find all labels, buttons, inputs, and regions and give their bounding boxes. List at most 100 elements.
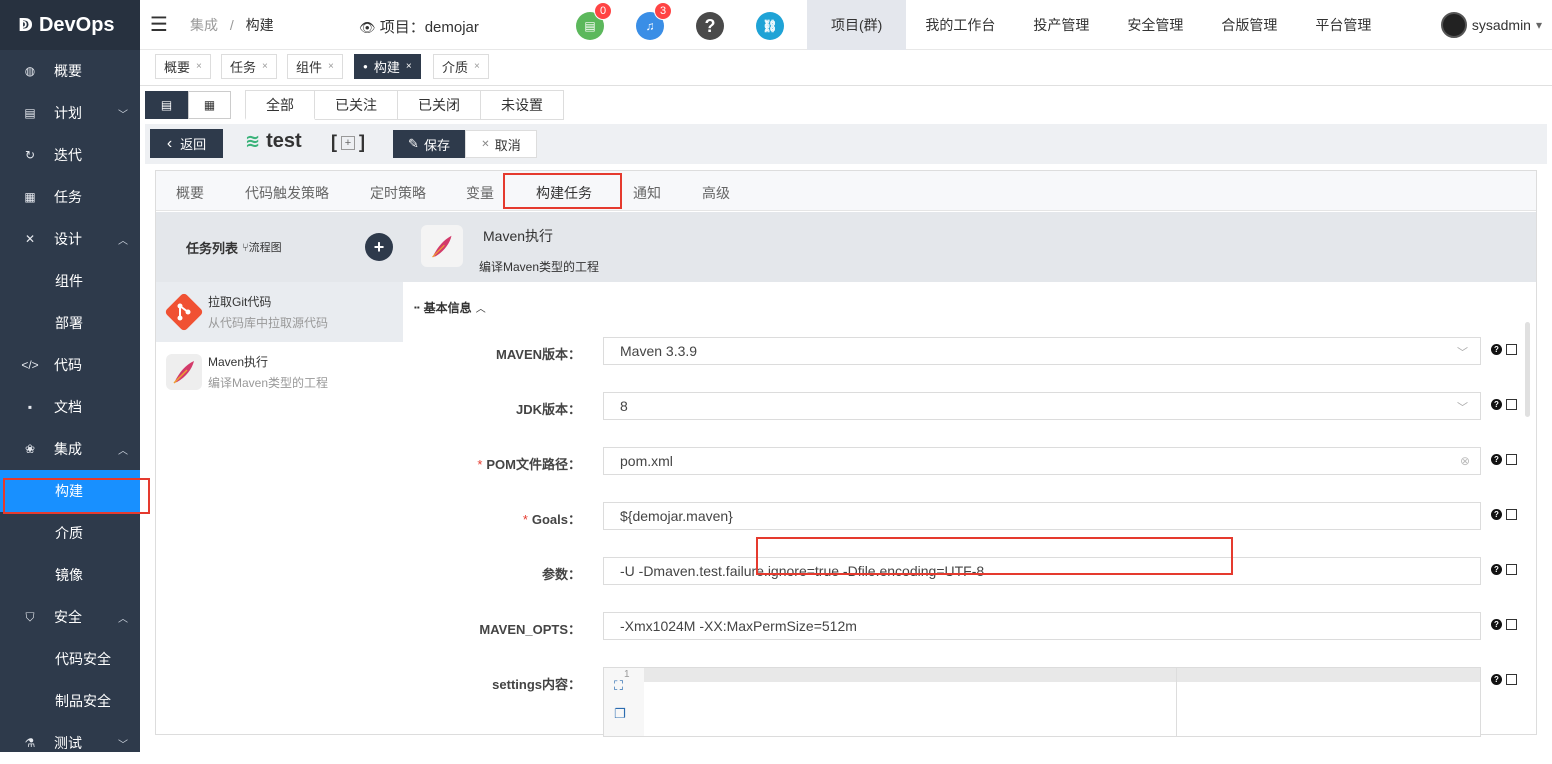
section-tab[interactable]: 变量: [466, 183, 494, 203]
top-menu-item[interactable]: 我的工作台: [906, 0, 1014, 50]
field-label-text: POM文件路径：: [486, 457, 581, 472]
app-logo[interactable]: ↁ DevOps: [0, 0, 140, 50]
field-label: * Goals：: [523, 509, 581, 528]
top-menu-item[interactable]: 合版管理: [1202, 0, 1296, 50]
close-icon[interactable]: ×: [262, 61, 268, 72]
sidebar-item-label: 设计: [54, 231, 82, 247]
plan-icon: ▤: [24, 106, 36, 120]
help-icon[interactable]: ?: [1491, 564, 1502, 575]
close-icon[interactable]: ×: [328, 61, 334, 72]
grid-view-button[interactable]: ▦: [188, 91, 231, 119]
sidebar-item-5[interactable]: 组件: [0, 260, 140, 302]
filter-tab[interactable]: 全部: [245, 90, 315, 120]
section-tab[interactable]: 通知: [633, 183, 661, 203]
sidebar-item-14[interactable]: 代码安全: [0, 638, 140, 680]
page-tab[interactable]: 任务 ×: [221, 54, 277, 79]
sidebar-item-6[interactable]: 部署: [0, 302, 140, 344]
settings-editor[interactable]: 1 ⛶ ❐: [603, 667, 1481, 737]
document-notification-icon[interactable]: ▤ 0: [576, 2, 612, 40]
sidebar-item-9[interactable]: ❀ 集成 ︿: [0, 428, 140, 470]
form-row: * Goals： ${demojar.maven}?: [403, 502, 1536, 532]
copy-icon[interactable]: [1506, 344, 1517, 355]
filter-tab[interactable]: 未设置: [481, 90, 564, 120]
bell-icon[interactable]: ♫ 3: [636, 2, 672, 40]
link-icon[interactable]: ⛓: [756, 12, 784, 40]
section-tab[interactable]: 定时策略: [370, 183, 426, 203]
clear-icon[interactable]: ⊗: [1460, 454, 1470, 468]
help-icon[interactable]: ?: [1491, 674, 1502, 685]
section-tab[interactable]: 代码触发策略: [245, 183, 329, 203]
back-button[interactable]: ‹ 返回: [150, 129, 223, 158]
field-label: JDK版本：: [516, 399, 581, 418]
copy-icon[interactable]: ❐: [614, 706, 626, 722]
sidebar-item-11[interactable]: 介质: [0, 512, 140, 554]
sidebar-item-8[interactable]: ▪ 文档: [0, 386, 140, 428]
form-row: MAVEN版本： Maven 3.3.9 ﹀?: [403, 337, 1536, 367]
top-menu-item[interactable]: 平台管理: [1296, 0, 1390, 50]
cancel-button[interactable]: ✕ 取消: [465, 130, 537, 158]
user-menu[interactable]: sysadmin ▾: [1440, 12, 1542, 38]
help-icon[interactable]: ?: [1491, 509, 1502, 520]
sidebar-item-16[interactable]: ⚗ 测试 ﹀: [0, 722, 140, 764]
copy-icon[interactable]: [1506, 509, 1517, 520]
copy-icon[interactable]: [1506, 674, 1517, 685]
sidebar-item-3[interactable]: ▦ 任务: [0, 176, 140, 218]
close-icon[interactable]: ×: [196, 61, 202, 72]
sidebar-item-7[interactable]: </> 代码: [0, 344, 140, 386]
add-task-button[interactable]: +: [365, 233, 393, 261]
editor-ruler: [1176, 668, 1177, 736]
field-input[interactable]: ${demojar.maven}: [603, 502, 1481, 530]
top-menu-item[interactable]: 安全管理: [1108, 0, 1202, 50]
sidebar-item-12[interactable]: 镜像: [0, 554, 140, 596]
sidebar-item-2[interactable]: ↻ 迭代: [0, 134, 140, 176]
help-icon[interactable]: ?: [1491, 399, 1502, 410]
top-menu-item[interactable]: 投产管理: [1014, 0, 1108, 50]
close-icon[interactable]: ×: [474, 61, 480, 72]
page-tab[interactable]: 概要 ×: [155, 54, 211, 79]
sidebar-item-15[interactable]: 制品安全: [0, 680, 140, 722]
sidebar-item-0[interactable]: ◍ 概要: [0, 50, 140, 92]
bracket-close: ]: [359, 132, 365, 152]
hamburger-icon[interactable]: ☰: [150, 12, 170, 37]
help-icon[interactable]: ?: [1491, 454, 1502, 465]
expand-toggle[interactable]: [ + ]: [331, 132, 365, 153]
top-menu-item[interactable]: 项目(群): [807, 0, 907, 50]
section-tab[interactable]: 概要: [176, 183, 204, 203]
section-basic-info[interactable]: ▪▪ 基本信息 ︿: [414, 299, 486, 316]
section-tab[interactable]: 高级: [702, 183, 730, 203]
task-item-git[interactable]: 拉取Git代码 从代码库中拉取源代码: [156, 282, 403, 342]
page-tab[interactable]: 介质 ×: [433, 54, 489, 79]
filter-tab[interactable]: 已关闭: [398, 90, 481, 120]
copy-icon[interactable]: [1506, 454, 1517, 465]
project-selector[interactable]: 👁 项目：demojar: [359, 16, 479, 37]
field-input[interactable]: pom.xml ⊗: [603, 447, 1481, 475]
copy-icon[interactable]: [1506, 564, 1517, 575]
sidebar-item-4[interactable]: ✕ 设计 ︿: [0, 218, 140, 260]
list-view-button[interactable]: ▤: [145, 91, 188, 119]
top-menu: 项目(群) 我的工作台 投产管理 安全管理 合版管理 平台管理: [807, 0, 1390, 50]
close-icon[interactable]: ×: [406, 61, 412, 72]
help-icon[interactable]: ?: [696, 12, 724, 40]
fullscreen-icon[interactable]: ⛶: [614, 678, 623, 694]
flowchart-link[interactable]: ⑂流程图: [242, 239, 282, 255]
sidebar-item-1[interactable]: ▤ 计划 ﹀: [0, 92, 140, 134]
chevron-icon: ﹀: [118, 109, 128, 121]
build-config-panel: 概要 代码触发策略 定时策略 变量 构建任务 通知 高级 任务列表 ⑂流程图 + 拉取Git…: [155, 170, 1537, 737]
field-select[interactable]: Maven 3.3.9 ﹀: [603, 337, 1481, 365]
filter-tab[interactable]: 已关注: [315, 90, 398, 120]
help-icon[interactable]: ?: [1491, 344, 1502, 355]
save-button[interactable]: ✎ 保存: [393, 130, 465, 158]
sidebar-item-13[interactable]: ⛉ 安全 ︿: [0, 596, 140, 638]
page-tab[interactable]: 组件 ×: [287, 54, 343, 79]
copy-icon[interactable]: [1506, 399, 1517, 410]
page-tab[interactable]: ● 构建 ×: [354, 54, 421, 79]
help-icon[interactable]: ?: [1491, 619, 1502, 630]
field-select[interactable]: 8 ﹀: [603, 392, 1481, 420]
task-item-maven[interactable]: Maven执行 编译Maven类型的工程: [156, 342, 403, 402]
copy-icon[interactable]: [1506, 619, 1517, 630]
breadcrumb-parent[interactable]: 集成: [190, 17, 218, 33]
field-input[interactable]: -Xmx1024M -XX:MaxPermSize=512m: [603, 612, 1481, 640]
list-icon: ▤: [160, 98, 173, 112]
close-icon: ✕: [481, 138, 490, 150]
sidebar-item-label: 安全: [54, 609, 82, 625]
